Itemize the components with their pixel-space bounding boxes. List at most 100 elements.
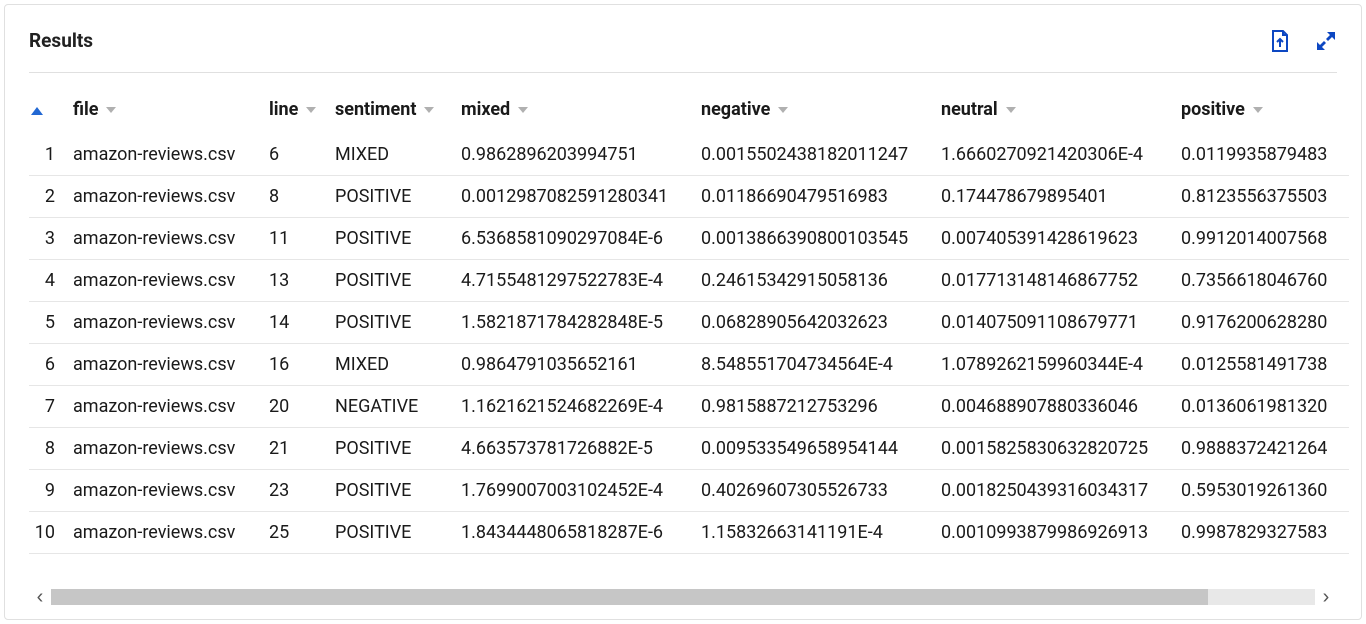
cell-positive: 0.0136061981320	[1179, 386, 1349, 428]
cell-neutral: 0.174478679895401	[939, 176, 1179, 218]
scroll-left-arrow[interactable]: ‹	[29, 586, 51, 608]
cell-line: 13	[267, 260, 333, 302]
col-label: negative	[701, 99, 770, 120]
cell-mixed: 4.663573781726882E-5	[459, 428, 699, 470]
cell-sentiment: POSITIVE	[333, 470, 459, 512]
cell-mixed: 0.9862896203994751	[459, 134, 699, 176]
cell-negative: 0.06828905642032623	[699, 302, 939, 344]
cell-sentiment: POSITIVE	[333, 176, 459, 218]
cell-neutral: 0.0010993879986926913	[939, 512, 1179, 554]
cell-negative: 1.15832663141191E-4	[699, 512, 939, 554]
col-header-positive[interactable]: positive	[1179, 87, 1349, 134]
table-row[interactable]: 1amazon-reviews.csv6MIXED0.9862896203994…	[29, 134, 1349, 176]
cell-index: 8	[29, 428, 71, 470]
table-row[interactable]: 5amazon-reviews.csv14POSITIVE1.582187178…	[29, 302, 1349, 344]
table-row[interactable]: 9amazon-reviews.csv23POSITIVE1.769900700…	[29, 470, 1349, 512]
cell-file: amazon-reviews.csv	[71, 470, 267, 512]
cell-index: 2	[29, 176, 71, 218]
col-header-line[interactable]: line	[267, 87, 333, 134]
cell-file: amazon-reviews.csv	[71, 428, 267, 470]
cell-mixed: 1.5821871784282848E-5	[459, 302, 699, 344]
cell-sentiment: POSITIVE	[333, 302, 459, 344]
scroll-thumb[interactable]	[51, 589, 1208, 605]
col-header-negative[interactable]: negative	[699, 87, 939, 134]
col-header-neutral[interactable]: neutral	[939, 87, 1179, 134]
cell-sentiment: NEGATIVE	[333, 386, 459, 428]
cell-sentiment: POSITIVE	[333, 428, 459, 470]
table-row[interactable]: 10amazon-reviews.csv25POSITIVE1.84344480…	[29, 512, 1349, 554]
cell-positive: 0.9912014007568	[1179, 218, 1349, 260]
cell-neutral: 0.007405391428619623	[939, 218, 1179, 260]
cell-negative: 0.24615342915058136	[699, 260, 939, 302]
panel-header: Results	[29, 29, 1337, 73]
cell-neutral: 1.6660270921420306E-4	[939, 134, 1179, 176]
chevron-down-icon	[306, 107, 316, 113]
expand-icon[interactable]	[1315, 30, 1337, 52]
cell-mixed: 0.0012987082591280341	[459, 176, 699, 218]
table-row[interactable]: 2amazon-reviews.csv8POSITIVE0.0012987082…	[29, 176, 1349, 218]
cell-file: amazon-reviews.csv	[71, 218, 267, 260]
chevron-down-icon	[424, 107, 434, 113]
col-label: positive	[1181, 99, 1245, 120]
cell-line: 11	[267, 218, 333, 260]
cell-line: 16	[267, 344, 333, 386]
cell-neutral: 0.004688907880336046	[939, 386, 1179, 428]
cell-index: 9	[29, 470, 71, 512]
chevron-down-icon	[106, 107, 116, 113]
table-row[interactable]: 4amazon-reviews.csv13POSITIVE4.715548129…	[29, 260, 1349, 302]
header-row: file line sentiment mixed negative neutr…	[29, 87, 1349, 134]
cell-index: 10	[29, 512, 71, 554]
cell-mixed: 0.9864791035652161	[459, 344, 699, 386]
panel-actions	[1269, 30, 1337, 52]
export-file-icon[interactable]	[1269, 30, 1291, 52]
cell-positive: 0.0119935879483	[1179, 134, 1349, 176]
cell-index: 7	[29, 386, 71, 428]
cell-neutral: 0.017713148146867752	[939, 260, 1179, 302]
cell-mixed: 4.7155481297522783E-4	[459, 260, 699, 302]
col-header-index[interactable]	[29, 87, 71, 134]
panel-title: Results	[29, 29, 93, 52]
sort-asc-icon	[31, 107, 43, 115]
col-label: sentiment	[335, 99, 416, 120]
cell-positive: 0.9888372421264	[1179, 428, 1349, 470]
cell-negative: 0.009533549658954144	[699, 428, 939, 470]
scroll-right-arrow[interactable]: ›	[1315, 586, 1337, 608]
cell-negative: 0.40269607305526733	[699, 470, 939, 512]
results-panel: Results	[4, 4, 1362, 620]
cell-line: 6	[267, 134, 333, 176]
col-header-file[interactable]: file	[71, 87, 267, 134]
cell-line: 23	[267, 470, 333, 512]
cell-positive: 0.9176200628280	[1179, 302, 1349, 344]
cell-neutral: 0.0018250439316034317	[939, 470, 1179, 512]
cell-line: 25	[267, 512, 333, 554]
col-label: file	[73, 99, 98, 120]
cell-sentiment: POSITIVE	[333, 512, 459, 554]
cell-positive: 0.5953019261360	[1179, 470, 1349, 512]
chevron-down-icon	[1253, 107, 1263, 113]
cell-file: amazon-reviews.csv	[71, 260, 267, 302]
chevron-down-icon	[778, 107, 788, 113]
table-row[interactable]: 3amazon-reviews.csv11POSITIVE6.536858109…	[29, 218, 1349, 260]
cell-index: 1	[29, 134, 71, 176]
chevron-down-icon	[1006, 107, 1016, 113]
horizontal-scrollbar[interactable]: ‹ ›	[29, 586, 1337, 608]
cell-positive: 0.7356618046760	[1179, 260, 1349, 302]
cell-file: amazon-reviews.csv	[71, 134, 267, 176]
table-row[interactable]: 6amazon-reviews.csv16MIXED0.986479103565…	[29, 344, 1349, 386]
cell-file: amazon-reviews.csv	[71, 344, 267, 386]
table-row[interactable]: 8amazon-reviews.csv21POSITIVE4.663573781…	[29, 428, 1349, 470]
cell-mixed: 6.5368581090297084E-6	[459, 218, 699, 260]
col-header-mixed[interactable]: mixed	[459, 87, 699, 134]
cell-file: amazon-reviews.csv	[71, 176, 267, 218]
cell-line: 20	[267, 386, 333, 428]
cell-index: 3	[29, 218, 71, 260]
table-row[interactable]: 7amazon-reviews.csv20NEGATIVE1.162162152…	[29, 386, 1349, 428]
cell-mixed: 1.1621621524682269E-4	[459, 386, 699, 428]
col-header-sentiment[interactable]: sentiment	[333, 87, 459, 134]
chevron-down-icon	[518, 107, 528, 113]
cell-sentiment: MIXED	[333, 344, 459, 386]
cell-negative: 0.0015502438182011247	[699, 134, 939, 176]
scroll-track[interactable]	[51, 589, 1315, 605]
cell-neutral: 0.014075091108679771	[939, 302, 1179, 344]
cell-index: 5	[29, 302, 71, 344]
